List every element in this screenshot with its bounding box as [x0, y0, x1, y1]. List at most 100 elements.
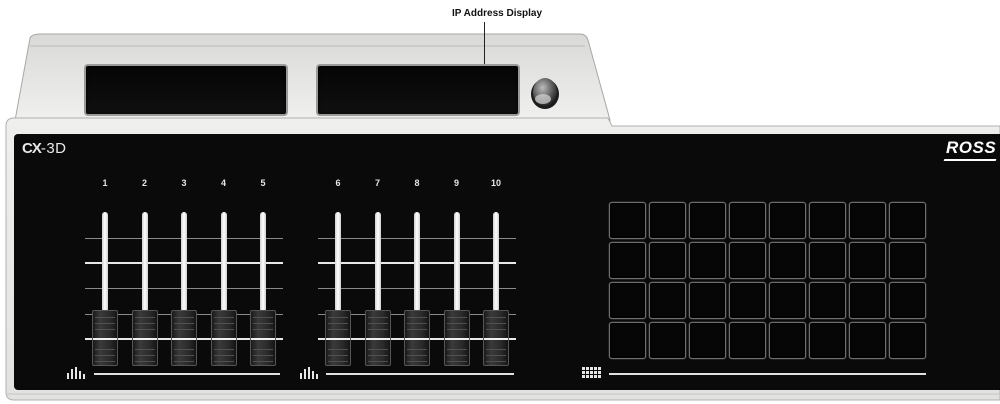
fader-knob-indicator — [93, 338, 117, 340]
grid-button[interactable] — [689, 282, 726, 319]
grid-button[interactable] — [689, 242, 726, 279]
fader-channel-number: 7 — [374, 178, 380, 188]
grid-button[interactable] — [849, 242, 886, 279]
grid-button[interactable] — [609, 202, 646, 239]
grid-button[interactable] — [609, 322, 646, 359]
ip-address-display — [316, 64, 520, 116]
fader-channel-8[interactable] — [397, 210, 437, 370]
fader-knob-ridge — [446, 317, 467, 318]
fader-knob-indicator — [132, 338, 157, 340]
fader-knob-ridge — [174, 349, 194, 350]
grid-button[interactable] — [849, 322, 886, 359]
fader-knob-indicator — [444, 338, 469, 340]
fader-knob-ridge — [95, 355, 115, 356]
grid-button[interactable] — [889, 322, 926, 359]
fader-knob-ridge — [446, 349, 467, 350]
grid-button[interactable] — [769, 322, 806, 359]
fader-knob[interactable] — [92, 310, 118, 366]
button-grid-underline — [609, 373, 926, 375]
grid-button[interactable] — [849, 202, 886, 239]
fader-knob-ridge — [134, 323, 155, 324]
fader-channel-6[interactable] — [318, 210, 358, 370]
level-meter-icon — [300, 367, 318, 379]
fader-knob-ridge — [446, 355, 467, 356]
fader-channel-number: 4 — [220, 178, 226, 188]
knob-icon[interactable] — [530, 74, 560, 110]
fader-channel-number: 8 — [414, 178, 420, 188]
fader-knob[interactable] — [210, 310, 237, 366]
grid-button[interactable] — [729, 322, 766, 359]
fader-knob-ridge — [328, 349, 348, 350]
grid-button[interactable] — [849, 282, 886, 319]
fader-knob-ridge — [213, 361, 234, 362]
fader-channel-number: 10 — [490, 178, 501, 188]
grid-button[interactable] — [889, 282, 926, 319]
fader-knob[interactable] — [364, 310, 391, 366]
fader-knob-ridge — [407, 349, 427, 350]
model-logo: CX-3D — [22, 140, 67, 157]
grid-button[interactable] — [729, 282, 766, 319]
fader-channel-2[interactable] — [124, 210, 165, 370]
grid-button[interactable] — [769, 242, 806, 279]
fader-channel-7[interactable] — [357, 210, 398, 370]
fader-track — [220, 212, 227, 312]
fader-knob-ridge — [367, 323, 388, 324]
fader-knob-ridge — [486, 317, 506, 318]
grid-button[interactable] — [769, 282, 806, 319]
grid-button[interactable] — [809, 242, 846, 279]
fader-knob-ridge — [328, 323, 348, 324]
fader-knob-ridge — [95, 323, 115, 324]
fader-track — [141, 212, 148, 312]
fader-knob-indicator — [326, 338, 350, 340]
fader-knob-ridge — [174, 355, 194, 356]
fader-knob[interactable] — [250, 310, 276, 366]
fader-knob-ridge — [253, 361, 273, 362]
fader-knob-ridge — [367, 355, 388, 356]
fader-knob-ridge — [134, 355, 155, 356]
grid-button[interactable] — [809, 202, 846, 239]
grid-button[interactable] — [729, 202, 766, 239]
fader-knob-ridge — [253, 317, 273, 318]
grid-button[interactable] — [809, 282, 846, 319]
fader-channel-9[interactable] — [436, 210, 477, 370]
grid-button[interactable] — [729, 242, 766, 279]
fader-channel-4[interactable] — [203, 210, 244, 370]
fader-knob[interactable] — [443, 310, 470, 366]
fader-channel-10[interactable] — [476, 210, 516, 370]
callout-label: IP Address Display — [452, 8, 543, 19]
grid-button[interactable] — [889, 242, 926, 279]
fader-channel-1[interactable] — [85, 210, 125, 370]
fader-knob-ridge — [446, 361, 467, 362]
fader-knob[interactable] — [404, 310, 430, 366]
fader-knob[interactable] — [483, 310, 509, 366]
grid-button[interactable] — [649, 202, 686, 239]
grid-button[interactable] — [689, 322, 726, 359]
fader-knob-ridge — [174, 329, 194, 330]
grid-button[interactable] — [609, 282, 646, 319]
grid-button[interactable] — [649, 282, 686, 319]
fader-knob-ridge — [486, 329, 506, 330]
grid-button[interactable] — [809, 322, 846, 359]
button-grid — [609, 202, 929, 362]
fader-knob[interactable] — [171, 310, 197, 366]
fader-knob-ridge — [174, 361, 194, 362]
fader-channel-3[interactable] — [164, 210, 204, 370]
grid-button[interactable] — [689, 202, 726, 239]
fader-knob-ridge — [407, 329, 427, 330]
fader-knob-ridge — [253, 329, 273, 330]
grid-button[interactable] — [769, 202, 806, 239]
fader-channel-number: 3 — [181, 178, 187, 188]
fader-knob[interactable] — [325, 310, 351, 366]
grid-button[interactable] — [649, 322, 686, 359]
fader-knob[interactable] — [131, 310, 158, 366]
fader-knob-indicator — [365, 338, 390, 340]
level-meter-icon — [67, 367, 85, 379]
keypad-grid-icon — [582, 367, 601, 378]
grid-button[interactable] — [649, 242, 686, 279]
fader-track — [335, 212, 341, 312]
fader-channel-number: 5 — [260, 178, 266, 188]
grid-button[interactable] — [889, 202, 926, 239]
fader-knob-ridge — [407, 323, 427, 324]
fader-channel-5[interactable] — [243, 210, 283, 370]
grid-button[interactable] — [609, 242, 646, 279]
